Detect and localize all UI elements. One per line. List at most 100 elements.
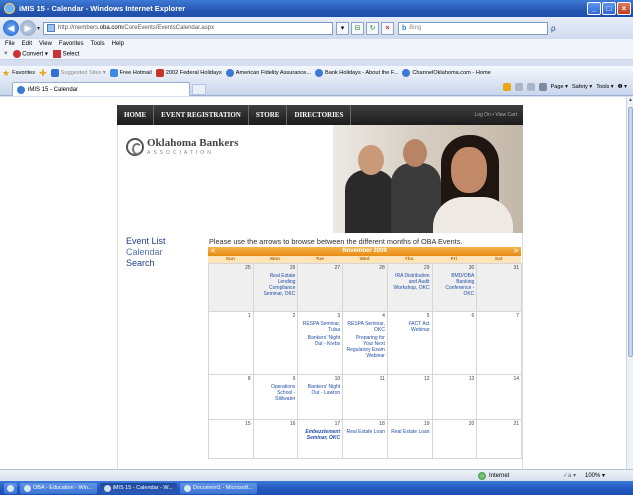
security-zone[interactable]: Internet: [478, 472, 509, 480]
taskbar-item[interactable]: OBA - Education - Win...: [20, 482, 97, 494]
favorite-item[interactable]: Suggested Sites ▾: [50, 69, 106, 77]
close-button[interactable]: ×: [617, 2, 631, 15]
forward-button[interactable]: ▶: [20, 20, 36, 36]
start-button[interactable]: [4, 482, 17, 494]
calendar-event-link[interactable]: Real Estate Loan: [390, 429, 429, 435]
logon-link[interactable]: Log On ▪ View Cart: [474, 105, 517, 125]
side-nav-calendar[interactable]: Calendar: [126, 247, 166, 258]
select-button[interactable]: Select: [52, 50, 79, 58]
menu-favorites[interactable]: Favorites: [59, 41, 84, 47]
favorite-item[interactable]: ChannelOklahoma.com - Home: [402, 69, 491, 77]
protected-mode-indicator[interactable]: ✓a ▾: [563, 472, 576, 479]
calendar-event-link[interactable]: Real Estate Lending Compliance Seminar, …: [256, 273, 295, 297]
calendar-event-link[interactable]: RESPA Seminar, Tulsa: [300, 321, 340, 333]
zoom-level[interactable]: 100% ▾: [585, 472, 605, 479]
calendar-event-link[interactable]: BMD/OBA Banking Conference - OKC: [435, 273, 474, 297]
add-favorite-button[interactable]: ✚: [39, 68, 47, 79]
calendar-event-link[interactable]: FACT Act Webinar: [390, 321, 430, 333]
calendar-day-cell[interactable]: 19 Real Estate Loan: [386, 419, 433, 459]
calendar-day-cell[interactable]: 5 FACT Act Webinar: [386, 311, 433, 375]
search-button[interactable]: ρ: [551, 24, 556, 33]
address-bar[interactable]: http://members. oba.com/CoreEvents/Events…: [43, 21, 334, 35]
minimize-button[interactable]: _: [587, 2, 601, 15]
calendar-event-link[interactable]: Operations School - Stillwater: [256, 384, 295, 402]
window-title-bar[interactable]: iMIS 15 - Calendar - Windows Internet Ex…: [0, 0, 633, 17]
maximize-button[interactable]: □: [602, 2, 616, 15]
calendar-day-cell[interactable]: 2: [252, 311, 299, 375]
read-mail-icon[interactable]: [526, 83, 535, 91]
help-menu[interactable]: ❷ ▾: [618, 84, 627, 90]
address-dropdown-icon[interactable]: ▾: [336, 21, 350, 35]
calendar-event-link[interactable]: Embezzlement Seminar, OKC: [300, 429, 340, 441]
compatibility-icon[interactable]: ⊟: [351, 21, 365, 35]
calendar-event-link[interactable]: Bankers' Night Out - Lawton: [300, 384, 340, 396]
favorite-item[interactable]: Free Hotmail: [109, 69, 152, 77]
nav-event-registration[interactable]: EVENT REGISTRATION: [154, 105, 249, 125]
calendar-day-cell[interactable]: 17 Embezzlement Seminar, OKC: [297, 419, 344, 459]
oba-logo[interactable]: Oklahoma Bankers ASSOCIATION: [126, 137, 238, 156]
calendar-day-cell[interactable]: 10 Bankers' Night Out - Lawton: [297, 374, 344, 420]
calendar-day-cell[interactable]: 26 Real Estate Lending Compliance Seminar…: [252, 263, 299, 312]
nav-store[interactable]: STORE: [249, 105, 288, 125]
side-nav-search[interactable]: Search: [126, 258, 166, 269]
convert-button[interactable]: Convert ▾: [12, 50, 48, 58]
favorites-button[interactable]: ★ Favorites: [2, 68, 35, 79]
menu-help[interactable]: Help: [112, 41, 124, 47]
favorite-item[interactable]: 2002 Federal Holidays: [155, 69, 222, 77]
safety-menu[interactable]: Safety ▾: [572, 84, 592, 90]
scroll-thumb[interactable]: [628, 107, 633, 357]
next-month-button[interactable]: >: [514, 247, 518, 256]
calendar-day-cell[interactable]: 7: [476, 311, 522, 375]
feeds-icon[interactable]: [514, 83, 523, 91]
calendar-day-cell[interactable]: 6: [431, 311, 478, 375]
calendar-day-cell[interactable]: 15: [208, 419, 254, 459]
calendar-day-cell[interactable]: 12: [386, 374, 433, 420]
nav-directories[interactable]: DIRECTORIES: [287, 105, 352, 125]
vertical-scrollbar[interactable]: ▲: [626, 97, 633, 469]
menu-file[interactable]: File: [5, 41, 15, 47]
calendar-event-link[interactable]: RESPA Seminar, OKC: [345, 321, 384, 333]
search-input[interactable]: b Bing: [398, 21, 549, 35]
calendar-day-cell[interactable]: 1: [208, 311, 254, 375]
toolbar-close-button[interactable]: ×: [4, 51, 8, 57]
calendar-day-cell[interactable]: 31: [476, 263, 522, 312]
page-menu[interactable]: Page ▾: [551, 84, 568, 90]
calendar-event-link[interactable]: IRA Distribution and Audit Workshop, OKC: [390, 273, 430, 291]
calendar-day-cell[interactable]: 29 IRA Distribution and Audit Workshop, O…: [386, 263, 433, 312]
taskbar-item[interactable]: Document1 - Microsoft...: [179, 482, 257, 494]
new-tab-button[interactable]: [192, 84, 206, 95]
calendar-day-cell[interactable]: 16: [252, 419, 299, 459]
calendar-day-cell[interactable]: 9 Operations School - Stillwater: [252, 374, 299, 420]
calendar-day-cell[interactable]: 11: [342, 374, 388, 420]
print-icon[interactable]: [538, 83, 547, 91]
favorite-item[interactable]: Bank Holidays - About the F...: [315, 69, 398, 77]
back-button[interactable]: ◀: [3, 20, 19, 36]
side-nav-event-list[interactable]: Event List: [126, 236, 166, 247]
calendar-day-cell[interactable]: 20: [431, 419, 478, 459]
calendar-day-cell[interactable]: 4 RESPA Seminar, OKC Preparing for Your Ne…: [342, 311, 388, 375]
stop-icon[interactable]: ×: [381, 21, 395, 35]
calendar-day-cell[interactable]: 14: [476, 374, 522, 420]
scroll-up-icon[interactable]: ▲: [627, 97, 633, 105]
menu-tools[interactable]: Tools: [91, 41, 105, 47]
calendar-day-cell[interactable]: 8: [208, 374, 254, 420]
refresh-icon[interactable]: ↻: [366, 21, 380, 35]
menu-view[interactable]: View: [39, 41, 52, 47]
calendar-event-link[interactable]: Preparing for Your Next Regulatory Exam …: [345, 335, 384, 359]
calendar-day-cell[interactable]: 30 BMD/OBA Banking Conference - OKC: [431, 263, 478, 312]
calendar-day-cell[interactable]: 13: [431, 374, 478, 420]
calendar-day-cell[interactable]: 18 Real Estate Loan: [342, 419, 388, 459]
calendar-day-cell[interactable]: 27: [297, 263, 344, 312]
calendar-event-link[interactable]: Bankers' Night Out - Krebs: [300, 335, 340, 347]
prev-month-button[interactable]: <: [211, 247, 215, 256]
calendar-day-cell[interactable]: 25: [208, 263, 254, 312]
history-dropdown[interactable]: ▾: [37, 25, 40, 32]
home-icon[interactable]: [502, 83, 511, 91]
calendar-day-cell[interactable]: 21: [476, 419, 522, 459]
nav-home[interactable]: HOME: [117, 105, 155, 125]
menu-edit[interactable]: Edit: [22, 41, 32, 47]
taskbar-item[interactable]: iMIS 15 - Calendar - W...: [99, 482, 177, 494]
calendar-day-cell[interactable]: 28: [342, 263, 388, 312]
calendar-day-cell[interactable]: 3 RESPA Seminar, Tulsa Bankers' Night Out …: [297, 311, 344, 375]
calendar-event-link[interactable]: Real Estate Loan: [345, 429, 384, 435]
